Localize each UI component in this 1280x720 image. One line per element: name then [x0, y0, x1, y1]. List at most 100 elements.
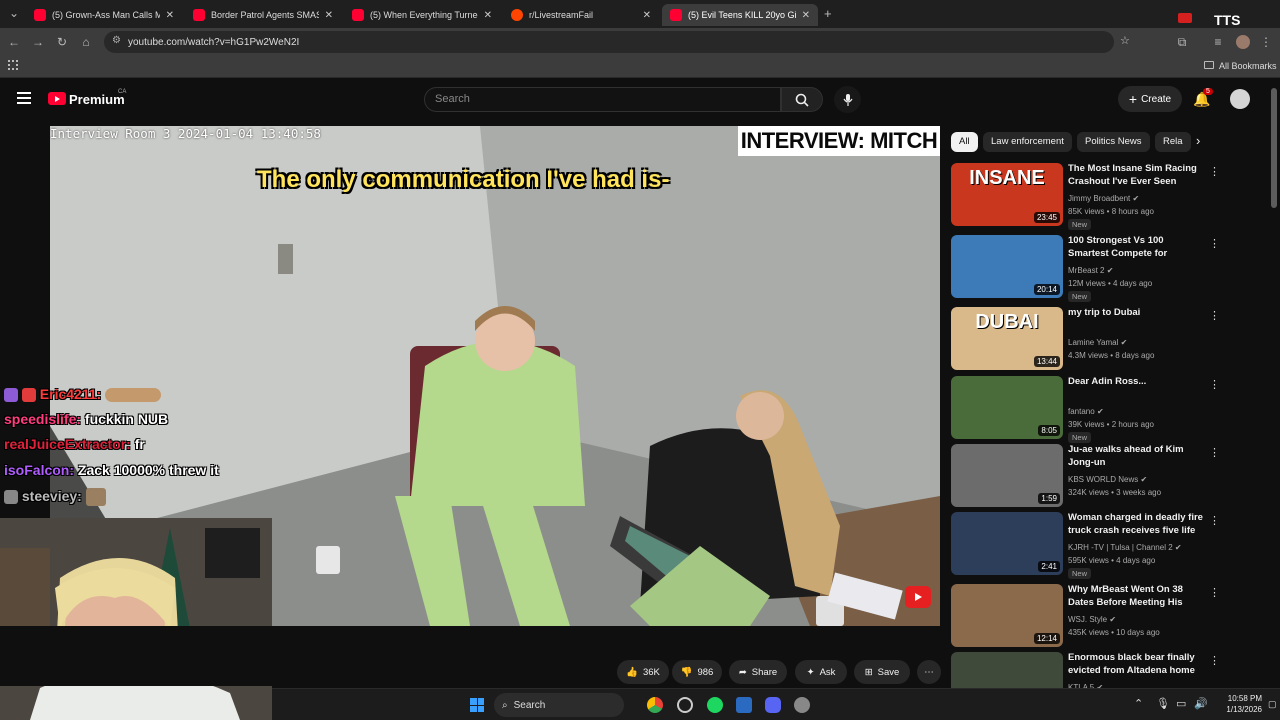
site-info-icon[interactable]: ⚙ [112, 35, 121, 46]
volume-icon[interactable]: 🔊 [1194, 697, 1208, 710]
save-button[interactable]: ⊞ Save [854, 660, 910, 684]
network-icon[interactable]: ▭ [1176, 697, 1186, 710]
bookmark-star-icon[interactable]: ☆ [1120, 34, 1130, 47]
browser-menu-icon[interactable]: ⋮ [1258, 34, 1274, 50]
address-bar[interactable]: ⚙ youtube.com/watch?v=hG1Pw2WeN2I ☆ [104, 31, 1130, 53]
recommended-video[interactable]: 8:05 Dear Adin Ross... fantano ✔ 39K views … [951, 376, 1271, 443]
video-title[interactable]: Ju-ae walks ahead of Kim Jong-un [1068, 444, 1203, 469]
video-title[interactable]: Enormous black bear finally evicted from… [1068, 652, 1203, 677]
like-button[interactable]: 👍 36K [617, 660, 669, 684]
chevron-right-icon[interactable]: › [1196, 133, 1200, 148]
subscribe-watermark-icon[interactable] [905, 586, 931, 608]
more-options-icon[interactable]: ⋮ [1209, 237, 1220, 250]
video-thumbnail[interactable]: 20:14 [951, 235, 1063, 298]
page-scrollbar[interactable] [1271, 88, 1277, 208]
cctv-timestamp: Interview Room 3 2024-01-04 13:40:58 [50, 126, 321, 141]
more-options-icon[interactable]: ⋮ [1209, 586, 1220, 599]
settings-app-icon[interactable] [794, 697, 810, 713]
chip-all[interactable]: All [951, 132, 978, 152]
share-button[interactable]: ➦ Share [729, 660, 787, 684]
all-bookmarks-link[interactable]: All Bookmarks [1219, 61, 1277, 71]
more-options-icon[interactable]: ⋮ [1209, 165, 1220, 178]
browser-tab[interactable]: r/LivestreamFail ✕ [503, 4, 659, 26]
hamburger-menu-icon[interactable] [17, 92, 31, 104]
recommended-video[interactable]: 1:59 Ju-ae walks ahead of Kim Jong-un KBS … [951, 444, 1271, 508]
video-thumbnail[interactable]: 8:05 [951, 376, 1063, 439]
tab-search-icon[interactable]: ⌄ [6, 5, 22, 21]
spotify-app-icon[interactable] [707, 697, 723, 713]
microphone-tray-icon[interactable]: 🎙 [1156, 697, 1170, 710]
video-title[interactable]: Dear Adin Ross... [1068, 376, 1203, 389]
windows-start-icon[interactable] [470, 698, 484, 712]
recommended-video[interactable]: INSANE 23:45 The Most Insane Sim Racing Cr… [951, 163, 1271, 230]
video-thumbnail[interactable]: 12:14 [951, 584, 1063, 647]
dislike-button[interactable]: 👎 986 [672, 660, 722, 684]
taskbar-search[interactable]: ⌕ Search [494, 693, 624, 717]
video-thumbnail[interactable]: DUBAI 13:44 [951, 307, 1063, 370]
video-thumbnail[interactable]: 2:41 [951, 512, 1063, 575]
channel-name[interactable]: Jimmy Broadbent ✔ [1068, 194, 1139, 203]
more-options-icon[interactable]: ⋮ [1209, 514, 1220, 527]
home-icon[interactable]: ⌂ [78, 34, 94, 50]
more-options-icon[interactable]: ⋮ [1209, 654, 1220, 667]
recommended-video[interactable]: 2:41 Woman charged in deadly fire truck c… [951, 512, 1271, 579]
chip-related[interactable]: Rela [1155, 132, 1191, 152]
search-button[interactable] [781, 87, 823, 112]
recommended-video[interactable]: DUBAI 13:44 my trip to Dubai Lamine Yamal ✔… [951, 307, 1271, 371]
account-avatar[interactable] [1230, 89, 1250, 109]
video-thumbnail[interactable]: 1:59 [951, 444, 1063, 507]
browser-tab[interactable]: Border Patrol Agents SMASH W ✕ [185, 4, 341, 26]
voice-search-button[interactable] [834, 86, 861, 113]
close-tab-icon[interactable]: ✕ [643, 10, 651, 21]
apps-grid-icon[interactable] [8, 60, 18, 70]
browser-tab[interactable]: (5) Grown-Ass Man Calls Mom ✕ [26, 4, 182, 26]
search-input[interactable]: Search [424, 87, 781, 112]
channel-name[interactable]: WSJ. Style ✔ [1068, 615, 1116, 624]
video-title[interactable]: Woman charged in deadly fire truck crash… [1068, 512, 1203, 537]
channel-name[interactable]: fantano ✔ [1068, 407, 1104, 416]
youtube-premium-logo[interactable]: Premium [69, 92, 125, 107]
channel-name[interactable]: Lamine Yamal ✔ [1068, 338, 1127, 347]
ask-button[interactable]: ✦ Ask [795, 660, 847, 684]
chip-politics-news[interactable]: Politics News [1077, 132, 1150, 152]
thumbs-up-icon: 👍 [626, 666, 638, 678]
interview-banner: INTERVIEW: MITCH [738, 126, 940, 156]
more-options-icon[interactable]: ⋮ [1209, 378, 1220, 391]
recommended-video[interactable]: 20:14 100 Strongest Vs 100 Smartest Compe… [951, 235, 1271, 302]
close-tab-icon[interactable]: ✕ [325, 10, 333, 21]
close-tab-icon[interactable]: ✕ [484, 10, 492, 21]
chip-law-enforcement[interactable]: Law enforcement [983, 132, 1072, 152]
video-title[interactable]: 100 Strongest Vs 100 Smartest Compete fo… [1068, 235, 1203, 260]
discord-app-icon[interactable] [765, 697, 781, 713]
new-tab-button[interactable]: + [824, 6, 832, 21]
reading-list-icon[interactable]: ≡ [1210, 34, 1226, 50]
chrome-app-icon[interactable] [647, 697, 663, 713]
close-tab-icon[interactable]: ✕ [802, 10, 810, 21]
recommended-video[interactable]: 12:14 Why MrBeast Went On 38 Dates Before… [951, 584, 1271, 648]
close-tab-icon[interactable]: ✕ [166, 10, 174, 21]
channel-name[interactable]: MrBeast 2 ✔ [1068, 266, 1113, 275]
tray-chevron-icon[interactable]: ⌃ [1134, 697, 1143, 710]
extensions-icon[interactable]: ⧉ [1174, 34, 1190, 50]
notification-center-icon[interactable]: ▢ [1268, 699, 1277, 710]
more-options-icon[interactable]: ⋮ [1209, 446, 1220, 459]
reload-icon[interactable]: ↻ [54, 34, 70, 50]
more-actions-button[interactable]: ⋯ [917, 660, 941, 684]
video-title[interactable]: The Most Insane Sim Racing Crashout I've… [1068, 163, 1203, 188]
system-clock[interactable]: 10:58 PM 1/13/2026 [1212, 693, 1262, 715]
app-icon[interactable] [677, 697, 693, 713]
browser-tab[interactable]: (5) When Everything Turned Pi ✕ [344, 4, 500, 26]
video-title[interactable]: my trip to Dubai [1068, 307, 1203, 320]
channel-name[interactable]: KBS WORLD News ✔ [1068, 475, 1147, 484]
video-thumbnail[interactable]: INSANE 23:45 [951, 163, 1063, 226]
youtube-logo-icon[interactable] [48, 92, 66, 105]
video-title[interactable]: Why MrBeast Went On 38 Dates Before Meet… [1068, 584, 1203, 609]
profile-avatar[interactable] [1236, 35, 1250, 49]
browser-tab-active[interactable]: (5) Evil Teens KILL 20yo Girl For ✕ [662, 4, 818, 26]
create-button[interactable]: + Create [1118, 86, 1182, 112]
back-icon[interactable]: ← [6, 34, 22, 50]
more-options-icon[interactable]: ⋮ [1209, 309, 1220, 322]
channel-name[interactable]: KJRH -TV | Tulsa | Channel 2 ✔ [1068, 543, 1182, 552]
forward-icon[interactable]: → [30, 34, 46, 50]
steam-app-icon[interactable] [736, 697, 752, 713]
